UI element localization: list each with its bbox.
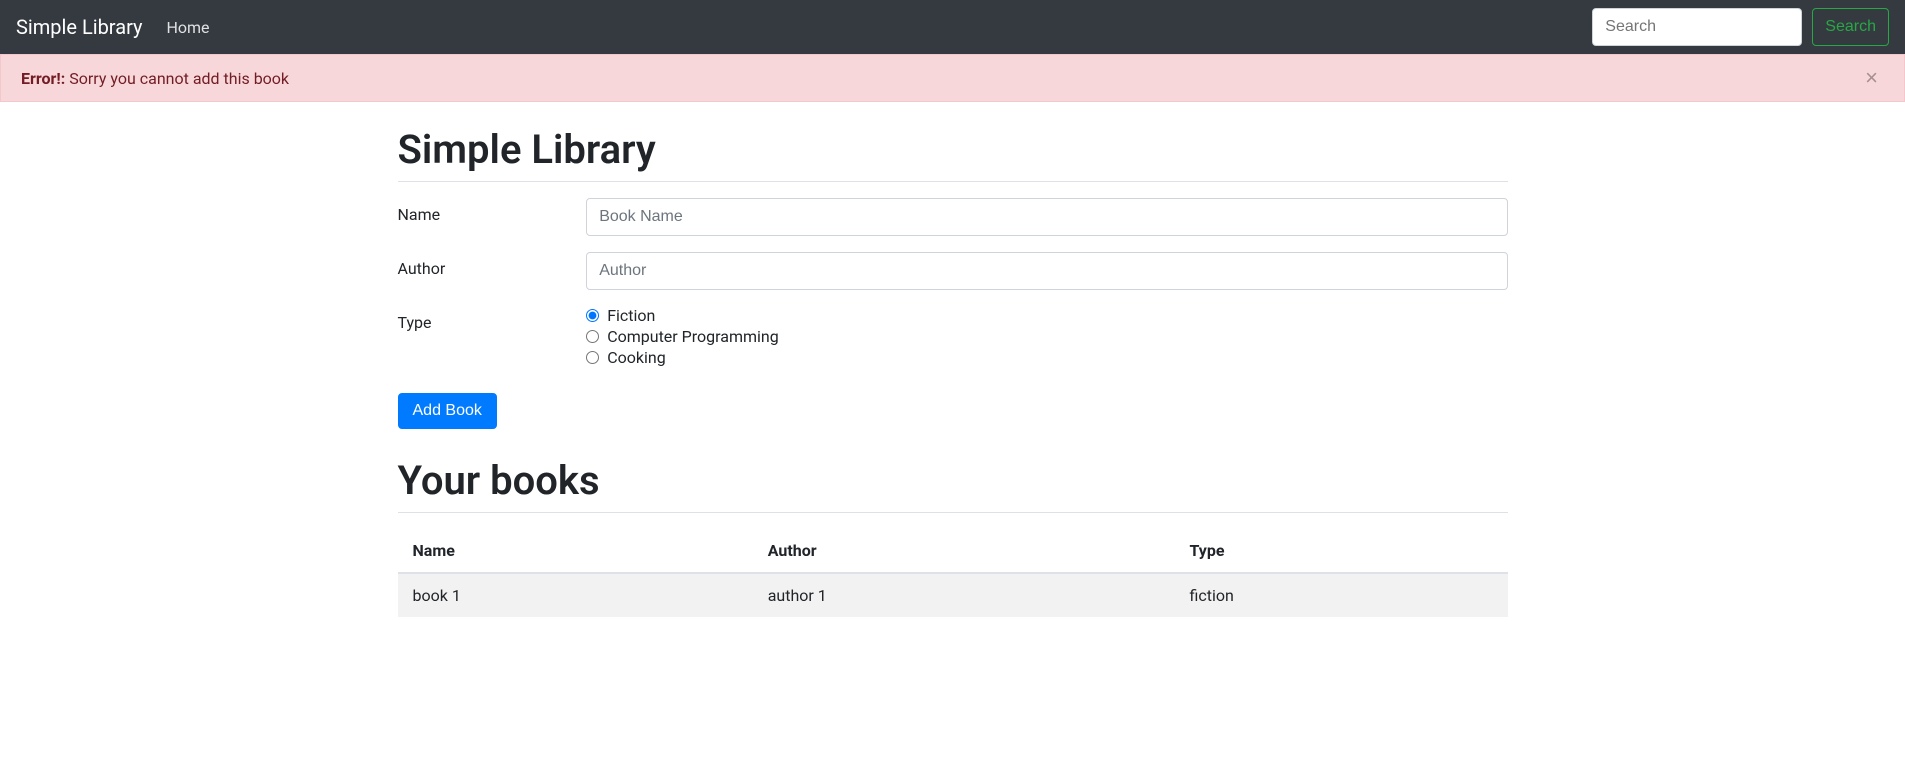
type-radio-label: Cooking: [607, 348, 665, 367]
navbar: Simple Library Home Search: [0, 0, 1905, 54]
book-name-input[interactable]: [586, 198, 1507, 236]
table-header-author: Author: [753, 529, 1175, 573]
type-radio[interactable]: [586, 330, 599, 343]
alert-close-button[interactable]: ×: [1859, 67, 1884, 89]
alert-strong: Error!:: [21, 69, 65, 88]
error-alert: Error!: Sorry you cannot add this book ×: [0, 54, 1905, 102]
books-table: Name Author Type book 1author 1fiction: [398, 529, 1508, 617]
close-icon: ×: [1865, 65, 1878, 90]
type-radio[interactable]: [586, 309, 599, 322]
brand[interactable]: Simple Library: [16, 15, 142, 39]
type-radio-item[interactable]: Fiction: [586, 306, 1507, 325]
table-row: book 1author 1fiction: [398, 573, 1508, 617]
main-container: Simple Library Name Author Type Fiction C…: [383, 126, 1523, 617]
type-radio-label: Fiction: [607, 306, 655, 325]
table-cell-type: fiction: [1174, 573, 1507, 617]
alert-message: Sorry you cannot add this book: [69, 69, 289, 88]
type-radio[interactable]: [586, 351, 599, 364]
page-title: Simple Library: [398, 126, 1508, 173]
table-cell-author: author 1: [753, 573, 1175, 617]
books-section-title: Your books: [398, 457, 1508, 504]
author-label: Author: [398, 252, 587, 278]
search-button[interactable]: Search: [1812, 8, 1889, 46]
table-header-name: Name: [398, 529, 753, 573]
add-book-form: Name Author Type Fiction Computer Program…: [398, 198, 1508, 429]
type-radio-label: Computer Programming: [607, 327, 779, 346]
type-label: Type: [398, 306, 587, 332]
nav-link-home[interactable]: Home: [166, 18, 209, 37]
table-cell-name: book 1: [398, 573, 753, 617]
type-radio-item[interactable]: Cooking: [586, 348, 1507, 367]
add-book-button[interactable]: Add Book: [398, 393, 497, 429]
type-radio-item[interactable]: Computer Programming: [586, 327, 1507, 346]
name-label: Name: [398, 198, 587, 224]
author-input[interactable]: [586, 252, 1507, 290]
search-input[interactable]: [1592, 8, 1802, 46]
table-header-type: Type: [1174, 529, 1507, 573]
